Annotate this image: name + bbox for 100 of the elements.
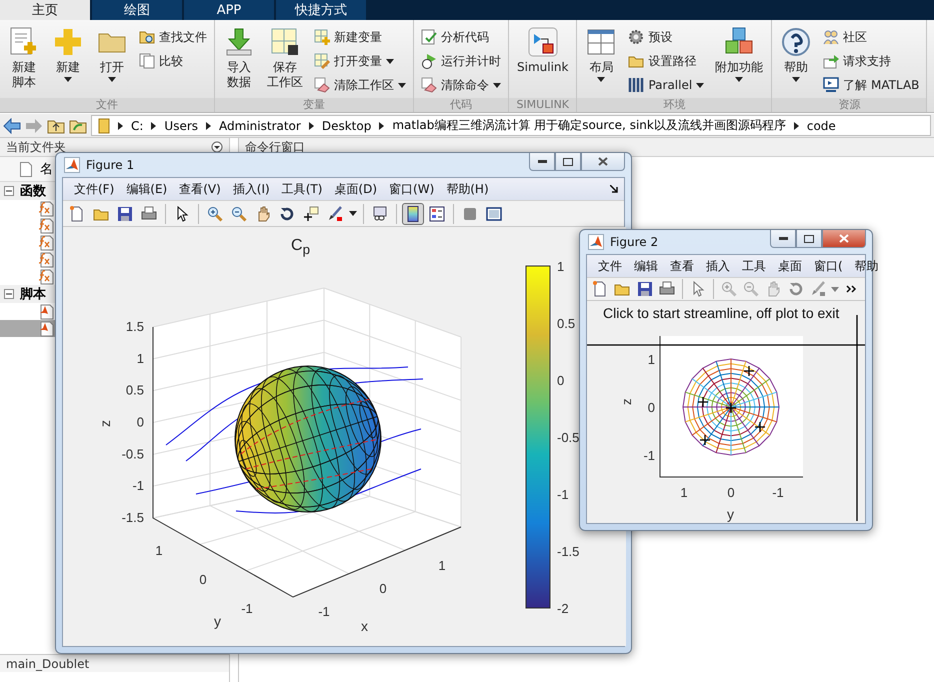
tree-group-label: 函数 <box>20 183 46 200</box>
axis-tick-label: -1 <box>643 448 655 463</box>
data-cursor-icon <box>303 206 319 222</box>
ribbon-button[interactable]: 附加功能 <box>711 24 768 84</box>
maximize-button[interactable] <box>555 153 581 171</box>
script-file-icon <box>38 320 54 336</box>
close-icon <box>598 157 608 166</box>
block-diagram-icon <box>526 26 559 58</box>
menu-item[interactable]: 编辑 <box>629 256 663 276</box>
path-segment[interactable]: Desktop <box>322 118 372 132</box>
ribbon-tab[interactable]: 主页 <box>0 0 90 20</box>
ribbon-button[interactable]: 清除命令 <box>418 74 504 96</box>
square-icon <box>462 206 478 222</box>
file-row[interactable] <box>0 320 55 337</box>
caret-icon <box>830 286 839 292</box>
ribbon-button[interactable]: 帮助 <box>776 24 816 84</box>
ribbon-button[interactable]: 比较 <box>136 50 210 72</box>
path-segment[interactable]: C: <box>131 118 144 132</box>
ribbon-button[interactable]: Parallel <box>625 74 708 96</box>
group-label: 环境 <box>577 98 772 112</box>
menu-item[interactable]: 插入 <box>701 256 735 276</box>
path-field[interactable]: C: Users Administrator Desktop matlab编程三维涡流计算 用于确定source, sink以及流线并画图源码程序 code <box>91 115 931 136</box>
plus-icon <box>52 26 84 58</box>
menu-item[interactable]: 查看(V) <box>174 180 226 198</box>
axis-tick-label: 1 <box>155 543 163 558</box>
axis-tick-label: 1 <box>648 352 655 367</box>
minimize-button[interactable] <box>529 153 555 171</box>
ribbon-tab[interactable]: 绘图 <box>92 0 182 20</box>
menu-item[interactable]: 文件(F) <box>69 180 120 198</box>
menu-item[interactable]: 文件 <box>593 256 627 276</box>
printer-icon <box>658 281 675 297</box>
path-segment[interactable]: matlab编程三维涡流计算 用于确定source, sink以及流线并画图源码程序 <box>392 117 786 134</box>
function-file-icon <box>38 218 54 234</box>
ribbon-button[interactable]: 布局 <box>581 24 622 84</box>
ribbon-button[interactable]: 保存 工作区 <box>263 24 307 92</box>
ribbon-button[interactable]: 运行并计时 <box>418 50 504 72</box>
ribbon-button[interactable]: 查找文件 <box>136 26 210 48</box>
path-segment[interactable]: code <box>806 118 836 132</box>
dropdown-circle-icon <box>211 141 223 153</box>
file-icon <box>20 162 32 176</box>
ribbon-button[interactable]: 打开变量 <box>311 50 409 72</box>
axis-label: y <box>214 613 221 629</box>
link-icon <box>372 206 388 222</box>
ribbon-tab[interactable]: 快捷方式 <box>276 0 366 20</box>
ribbon-button[interactable]: 社区 <box>820 26 922 48</box>
forward-arrow-icon <box>25 118 43 134</box>
close-button[interactable] <box>822 230 866 248</box>
ribbon-button[interactable]: Simulink <box>513 24 572 77</box>
collapse-icon[interactable] <box>4 289 14 299</box>
ribbon-button[interactable]: 了解 MATLAB <box>820 74 922 96</box>
ribbon-button[interactable]: 导入 数据 <box>219 24 259 92</box>
axis-label: z <box>619 398 634 405</box>
colorbar-tick-label: -1.5 <box>557 544 580 559</box>
menu-item[interactable]: 桌面 <box>773 256 807 276</box>
menu-item[interactable]: 插入(I) <box>228 180 275 198</box>
toolbar-button[interactable] <box>402 202 424 224</box>
ribbon-button[interactable]: 新建 脚本 <box>4 24 44 92</box>
rotate-icon <box>788 281 804 297</box>
axis-tick-label: 0 <box>648 400 655 415</box>
colorbar-icon <box>405 206 421 222</box>
ribbon-button[interactable]: 清除工作区 <box>311 74 409 96</box>
close-button[interactable] <box>581 153 625 171</box>
menu-item[interactable]: 工具(T) <box>276 180 328 198</box>
menu-item[interactable]: 帮助(H) <box>441 180 494 198</box>
menu-item[interactable]: 窗口(W) <box>384 180 440 198</box>
function-file-icon <box>38 234 54 250</box>
ribbon-button[interactable]: 打开 <box>92 24 132 84</box>
folder-up-icon <box>47 118 65 134</box>
chevron-right-icon <box>308 122 314 130</box>
printer-icon <box>141 206 157 222</box>
menu-item[interactable]: 桌面(D) <box>329 180 382 198</box>
back-arrow-icon <box>3 118 21 134</box>
ribbon-tab[interactable]: APP <box>184 0 274 20</box>
maximize-icon <box>563 158 573 166</box>
close-icon <box>839 234 849 243</box>
maximize-button[interactable] <box>796 230 822 248</box>
menu-item[interactable]: 帮助 <box>850 256 884 276</box>
path-segment[interactable]: Administrator <box>219 118 301 132</box>
collapse-icon[interactable] <box>4 186 14 196</box>
ribbon-button[interactable]: 预设 <box>625 26 708 48</box>
minimize-button[interactable] <box>770 230 796 248</box>
details-bar: main_Doublet <box>0 654 229 672</box>
ribbon-button[interactable]: 新建 <box>48 24 88 84</box>
ribbon-button[interactable]: 请求支持 <box>820 50 922 72</box>
ribbon-button[interactable]: 新建变量 <box>311 26 409 48</box>
menu-item[interactable]: 查看 <box>665 256 699 276</box>
ribbon-button[interactable]: 分析代码 <box>418 26 504 48</box>
function-file-icon <box>38 200 54 216</box>
plus-marker <box>754 421 766 433</box>
path-segment[interactable]: Users <box>164 118 198 132</box>
menu-item[interactable]: 工具 <box>737 256 771 276</box>
menu-item[interactable]: 编辑(E) <box>121 180 172 198</box>
axis-label: z <box>97 420 113 427</box>
axis-tick-label: 0 <box>199 572 207 587</box>
ribbon-button[interactable]: 设置路径 <box>625 50 708 72</box>
column-header: 名 <box>40 161 53 178</box>
save-icon <box>117 206 133 222</box>
group-label: 文件 <box>0 98 214 112</box>
menu-item[interactable]: 窗口( <box>809 256 848 276</box>
save-icon <box>636 281 652 297</box>
